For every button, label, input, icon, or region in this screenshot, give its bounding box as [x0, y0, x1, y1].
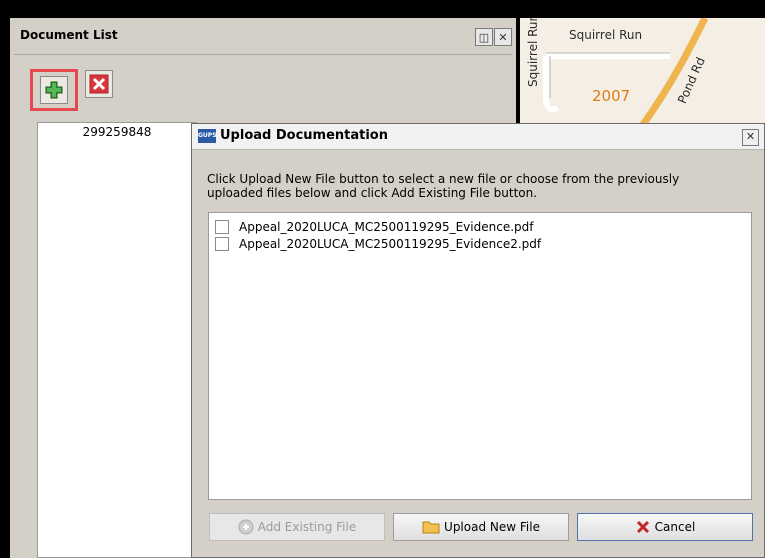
float-icon: ◫ [478, 30, 490, 44]
file-row[interactable]: Appeal_2020LUCA_MC2500119295_Evidence2.p… [215, 235, 541, 253]
file-row[interactable]: Appeal_2020LUCA_MC2500119295_Evidence.pd… [215, 218, 533, 236]
close-icon: ✕ [498, 30, 508, 44]
file-name: Appeal_2020LUCA_MC2500119295_Evidence.pd… [239, 220, 534, 234]
map-label-2007: 2007 [592, 87, 631, 105]
dialog-instructions: Click Upload New File button to select a… [207, 172, 680, 200]
folder-icon [422, 519, 440, 535]
upload-new-file-button[interactable]: Upload New File [393, 513, 569, 541]
close-icon: ✕ [745, 130, 756, 143]
float-panel-button[interactable]: ◫ [475, 28, 493, 46]
map-label-squirrel-run-east: Squirrel Run [569, 28, 643, 42]
file-checkbox[interactable] [215, 237, 229, 251]
delete-icon [89, 74, 109, 94]
document-list-title: Document List [20, 28, 118, 42]
cancel-icon [635, 519, 651, 535]
add-button-face[interactable] [40, 76, 68, 104]
cancel-button[interactable]: Cancel [577, 513, 753, 541]
add-document-button[interactable] [30, 69, 78, 111]
panel-divider [14, 54, 512, 55]
dialog-titlebar[interactable]: GUPS Upload Documentation ✕ [192, 124, 764, 150]
add-icon [45, 81, 63, 99]
document-list[interactable]: 299259848 [37, 122, 197, 558]
map-roads [543, 18, 709, 126]
file-name: Appeal_2020LUCA_MC2500119295_Evidence2.p… [239, 237, 542, 251]
map-label-squirrel-run-north: Squirrel Run [526, 18, 540, 87]
map-view[interactable]: Squirrel Run Squirrel Run 2007 Pond Rd [520, 18, 765, 126]
file-checkbox[interactable] [215, 220, 229, 234]
app-icon: GUPS [198, 129, 217, 143]
dialog-close-button[interactable]: ✕ [742, 129, 759, 146]
add-file-icon [238, 519, 254, 535]
upload-documentation-dialog: GUPS Upload Documentation ✕ Click Upload… [191, 123, 765, 558]
add-existing-file-button[interactable]: Add Existing File [209, 513, 385, 541]
list-item[interactable]: 299259848 [38, 125, 196, 139]
file-list[interactable]: Appeal_2020LUCA_MC2500119295_Evidence.pd… [208, 212, 752, 500]
close-panel-button[interactable]: ✕ [494, 28, 512, 46]
delete-document-button[interactable] [85, 70, 113, 98]
cancel-label: Cancel [654, 520, 696, 534]
add-existing-file-label: Add Existing File [257, 520, 357, 534]
dialog-title: Upload Documentation [220, 128, 388, 143]
upload-new-file-label: Upload New File [444, 520, 540, 534]
